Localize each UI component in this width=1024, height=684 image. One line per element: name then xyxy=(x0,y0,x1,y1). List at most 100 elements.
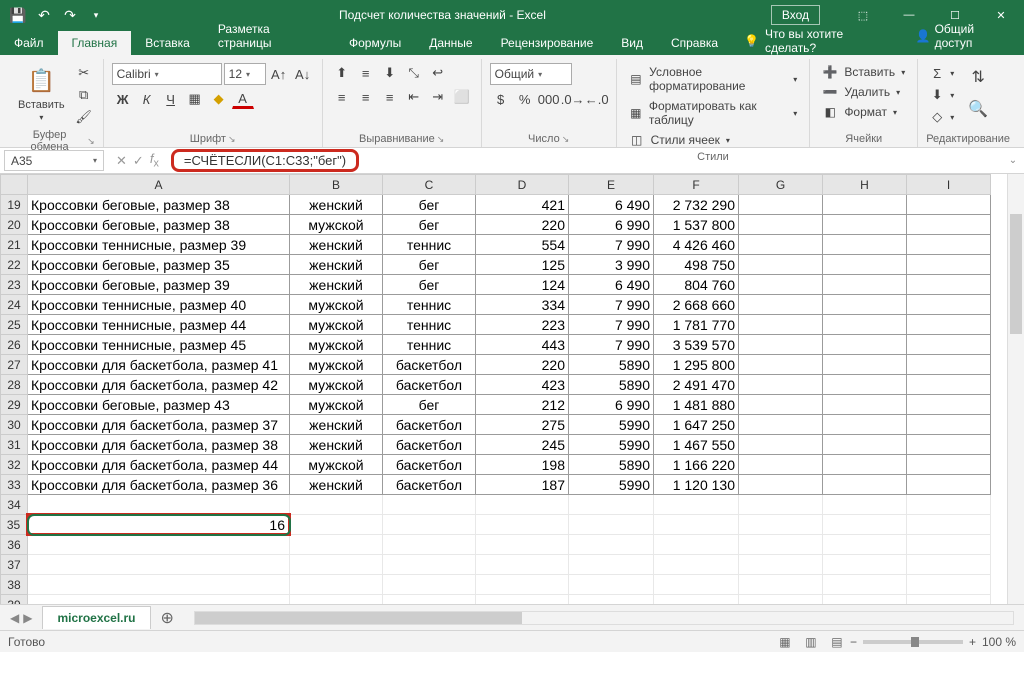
cell[interactable] xyxy=(823,255,907,275)
cell[interactable] xyxy=(569,555,654,575)
cell[interactable]: мужской xyxy=(290,375,383,395)
border-icon[interactable]: ▦ xyxy=(184,89,206,109)
cell[interactable] xyxy=(907,375,991,395)
currency-icon[interactable]: $ xyxy=(490,89,512,109)
cell[interactable]: 124 xyxy=(476,275,569,295)
cell[interactable] xyxy=(383,555,476,575)
delete-cells-button[interactable]: ➖Удалить▾ xyxy=(818,83,909,101)
decrease-decimal-icon[interactable]: ←.0 xyxy=(586,89,608,109)
cell[interactable]: теннис xyxy=(383,335,476,355)
dialog-launcher-icon[interactable]: ↘ xyxy=(87,136,95,147)
autosum-icon[interactable]: Σ xyxy=(926,63,948,83)
cell[interactable] xyxy=(823,335,907,355)
cell[interactable] xyxy=(290,515,383,535)
cell[interactable] xyxy=(739,595,823,605)
cell[interactable]: 7 990 xyxy=(569,335,654,355)
cell[interactable]: 5890 xyxy=(569,455,654,475)
font-name-select[interactable]: Calibri▾ xyxy=(112,63,222,85)
row-header[interactable]: 27 xyxy=(1,355,28,375)
cell[interactable] xyxy=(823,555,907,575)
cell[interactable] xyxy=(28,535,290,555)
cell[interactable] xyxy=(739,275,823,295)
cell[interactable]: Кроссовки для баскетбола, размер 42 xyxy=(28,375,290,395)
cell[interactable]: Кроссовки беговые, размер 43 xyxy=(28,395,290,415)
row-header[interactable]: 23 xyxy=(1,275,28,295)
cell[interactable] xyxy=(569,595,654,605)
clear-icon[interactable]: ◇ xyxy=(926,107,948,127)
cell[interactable]: 2 668 660 xyxy=(654,295,739,315)
cell[interactable]: 6 490 xyxy=(569,275,654,295)
cell[interactable] xyxy=(907,335,991,355)
cell[interactable] xyxy=(907,535,991,555)
cell[interactable]: Кроссовки беговые, размер 38 xyxy=(28,215,290,235)
column-header[interactable]: B xyxy=(290,175,383,195)
cell[interactable] xyxy=(823,435,907,455)
cell[interactable]: 4 426 460 xyxy=(654,235,739,255)
column-header[interactable]: C xyxy=(383,175,476,195)
row-header[interactable]: 22 xyxy=(1,255,28,275)
row-header[interactable]: 32 xyxy=(1,455,28,475)
cell[interactable] xyxy=(907,495,991,515)
cell[interactable]: баскетбол xyxy=(383,475,476,495)
cell[interactable]: женский xyxy=(290,435,383,455)
cell[interactable]: баскетбол xyxy=(383,435,476,455)
column-header[interactable]: E xyxy=(569,175,654,195)
cell[interactable]: 421 xyxy=(476,195,569,215)
merge-icon[interactable]: ⬜ xyxy=(451,87,473,107)
cell[interactable] xyxy=(739,215,823,235)
paste-button[interactable]: 📋 Вставить ▾ xyxy=(14,63,69,124)
cell[interactable]: 5990 xyxy=(569,475,654,495)
cell[interactable]: 498 750 xyxy=(654,255,739,275)
row-header[interactable]: 35 xyxy=(1,515,28,535)
cell[interactable] xyxy=(823,415,907,435)
cell[interactable]: баскетбол xyxy=(383,415,476,435)
cell[interactable] xyxy=(739,575,823,595)
cell[interactable]: мужской xyxy=(290,295,383,315)
cell[interactable]: 198 xyxy=(476,455,569,475)
row-header[interactable]: 25 xyxy=(1,315,28,335)
row-header[interactable]: 34 xyxy=(1,495,28,515)
cell[interactable]: 334 xyxy=(476,295,569,315)
find-icon[interactable]: 🔍 xyxy=(964,95,992,123)
cell[interactable] xyxy=(823,535,907,555)
decrease-font-icon[interactable]: A↓ xyxy=(292,64,314,84)
tab-view[interactable]: Вид xyxy=(607,31,657,55)
row-header[interactable]: 30 xyxy=(1,415,28,435)
cell[interactable] xyxy=(823,495,907,515)
cell[interactable] xyxy=(383,595,476,605)
cell[interactable] xyxy=(823,235,907,255)
cell[interactable] xyxy=(823,215,907,235)
row-header[interactable]: 21 xyxy=(1,235,28,255)
cell[interactable] xyxy=(383,535,476,555)
cell[interactable]: женский xyxy=(290,235,383,255)
cell[interactable] xyxy=(290,555,383,575)
row-header[interactable]: 28 xyxy=(1,375,28,395)
cell[interactable]: мужской xyxy=(290,215,383,235)
cell[interactable]: 1 781 770 xyxy=(654,315,739,335)
cell[interactable] xyxy=(476,575,569,595)
italic-button[interactable]: К xyxy=(136,89,158,109)
formula-input[interactable]: =СЧЁТЕСЛИ(C1:C33;"бег") xyxy=(171,149,359,172)
cell[interactable] xyxy=(823,295,907,315)
number-format-select[interactable]: Общий▾ xyxy=(490,63,572,85)
comma-icon[interactable]: 000 xyxy=(538,89,560,109)
row-header[interactable]: 24 xyxy=(1,295,28,315)
cell[interactable] xyxy=(654,515,739,535)
cell[interactable] xyxy=(823,595,907,605)
cell[interactable] xyxy=(739,475,823,495)
cell[interactable] xyxy=(476,555,569,575)
cell[interactable]: теннис xyxy=(383,315,476,335)
cell[interactable] xyxy=(739,515,823,535)
underline-button[interactable]: Ч xyxy=(160,89,182,109)
format-painter-icon[interactable]: 🖌 xyxy=(73,107,95,127)
insert-cells-button[interactable]: ➕Вставить▾ xyxy=(818,63,909,81)
zoom-slider[interactable] xyxy=(863,640,963,644)
cell[interactable] xyxy=(907,255,991,275)
cell[interactable] xyxy=(907,215,991,235)
cell[interactable] xyxy=(654,495,739,515)
cell[interactable]: 220 xyxy=(476,355,569,375)
cell[interactable] xyxy=(739,415,823,435)
cell[interactable]: 2 732 290 xyxy=(654,195,739,215)
cancel-formula-icon[interactable]: ✕ xyxy=(116,153,127,169)
cell[interactable]: 423 xyxy=(476,375,569,395)
